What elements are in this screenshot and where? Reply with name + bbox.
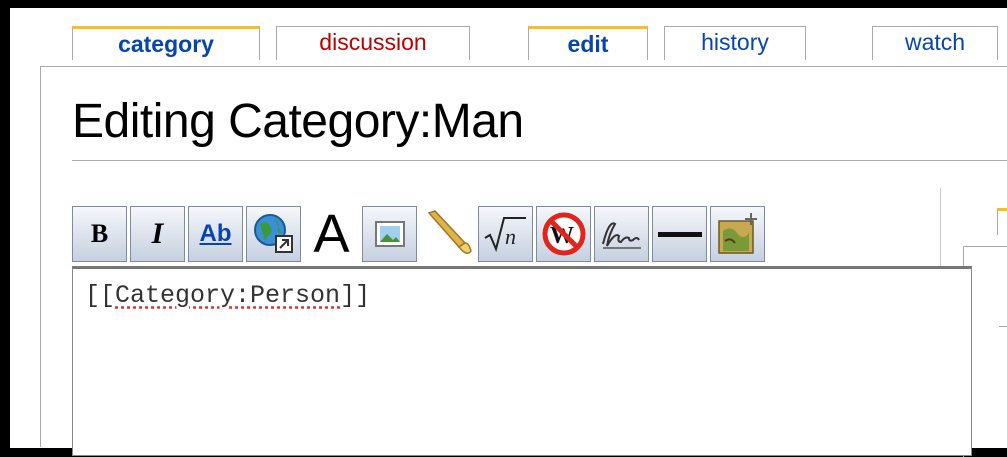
background-window-divider bbox=[999, 326, 1007, 327]
tab-discussion[interactable]: discussion bbox=[276, 26, 470, 60]
edit-toolbar: B I Ab A n W bbox=[72, 206, 765, 262]
headline-icon: A bbox=[313, 204, 350, 264]
media-file-button[interactable] bbox=[420, 206, 475, 262]
tab-history-label[interactable]: history bbox=[701, 29, 769, 55]
tab-category-label[interactable]: category bbox=[118, 31, 214, 57]
background-window-tab bbox=[997, 208, 1007, 235]
insert-map-button[interactable] bbox=[710, 206, 765, 262]
internal-link-icon: Ab bbox=[199, 220, 232, 247]
svg-text:n: n bbox=[505, 224, 516, 249]
media-file-icon bbox=[423, 209, 473, 259]
nowiki-icon: W bbox=[541, 211, 587, 257]
title-divider bbox=[72, 160, 1007, 161]
tab-edit[interactable]: edit bbox=[528, 26, 648, 60]
internal-link-button[interactable]: Ab bbox=[188, 206, 243, 262]
nowiki-button[interactable]: W bbox=[536, 206, 591, 262]
external-link-button[interactable] bbox=[246, 206, 301, 262]
embedded-image-icon bbox=[374, 221, 405, 247]
horizontal-line-button[interactable] bbox=[652, 206, 707, 262]
headline-button[interactable]: A bbox=[304, 206, 359, 262]
tab-watch[interactable]: watch bbox=[872, 26, 998, 60]
bold-icon: B bbox=[90, 219, 109, 248]
page-title: Editing Category:Man bbox=[72, 95, 524, 148]
insert-map-icon bbox=[715, 211, 761, 257]
tab-history[interactable]: history bbox=[664, 26, 806, 60]
signature-icon bbox=[599, 214, 645, 254]
wikitext-open-brackets: [[ bbox=[85, 281, 116, 310]
horizontal-line-icon bbox=[657, 229, 702, 239]
edit-textarea[interactable]: [[Category:Person]] bbox=[72, 266, 972, 456]
tab-edit-label[interactable]: edit bbox=[568, 31, 609, 57]
wikitext-link-target: Category:Person bbox=[115, 281, 341, 310]
italic-button[interactable]: I bbox=[130, 206, 185, 262]
bold-button[interactable]: B bbox=[72, 206, 127, 262]
tab-watch-label[interactable]: watch bbox=[905, 29, 965, 55]
tab-category[interactable]: category bbox=[72, 26, 260, 60]
tab-discussion-label[interactable]: discussion bbox=[319, 29, 426, 55]
embedded-image-button[interactable] bbox=[362, 206, 417, 262]
italic-icon: I bbox=[151, 217, 164, 250]
math-formula-icon: n bbox=[483, 216, 529, 252]
external-link-icon bbox=[252, 212, 296, 256]
math-formula-button[interactable]: n bbox=[478, 206, 533, 262]
signature-button[interactable] bbox=[594, 206, 649, 262]
wikitext-close-brackets: ]] bbox=[340, 281, 371, 310]
